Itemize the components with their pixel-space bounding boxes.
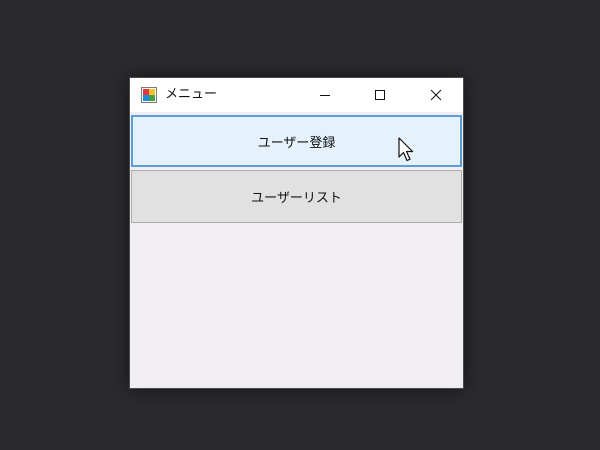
close-button[interactable]	[408, 78, 464, 112]
mouse-cursor-icon	[398, 137, 414, 162]
window-title: メニュー	[165, 87, 218, 102]
user-list-button[interactable]: ユーザーリスト	[131, 170, 462, 223]
desktop-background: メニュー ユーザー登録 ユーザーリスト	[0, 0, 600, 450]
user-register-label: ユーザー登録	[257, 135, 336, 151]
user-list-label: ユーザーリスト	[251, 191, 342, 206]
maximize-button[interactable]	[352, 78, 408, 112]
maximize-icon	[375, 90, 385, 100]
close-icon	[430, 89, 442, 101]
menu-window: メニュー ユーザー登録 ユーザーリスト	[129, 77, 464, 389]
title-bar[interactable]: メニュー	[130, 78, 463, 112]
app-icon	[141, 87, 157, 103]
minimize-button[interactable]	[297, 78, 353, 112]
minimize-icon	[320, 95, 330, 96]
